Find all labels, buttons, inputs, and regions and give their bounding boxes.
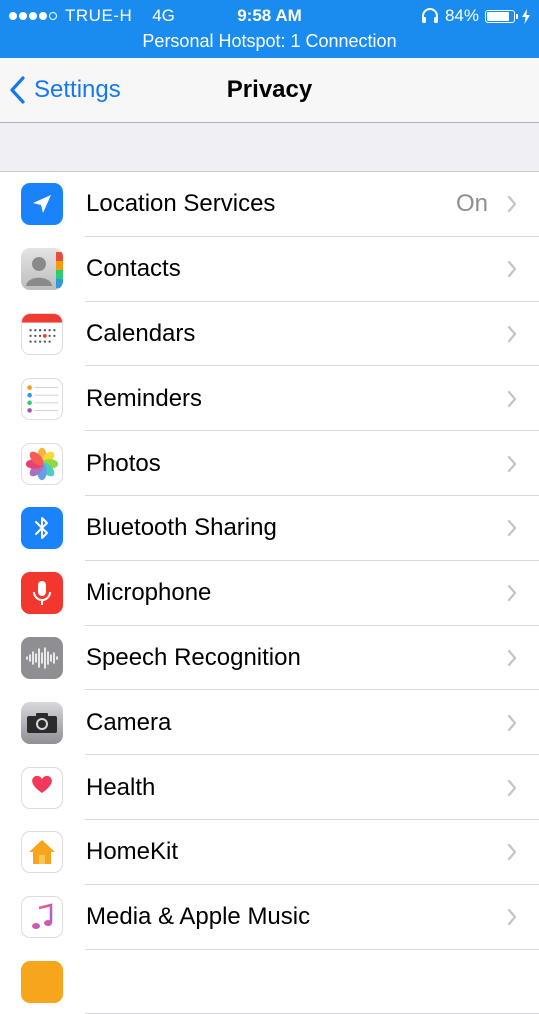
heart-icon bbox=[21, 766, 63, 809]
battery-icon bbox=[485, 9, 515, 23]
home-icon bbox=[21, 831, 63, 874]
photos-icon bbox=[21, 442, 63, 485]
row-speech-recognition[interactable]: Speech Recognition bbox=[0, 626, 539, 691]
back-button-label: Settings bbox=[34, 76, 121, 103]
status-bar: TRUE-H 4G 9:58 AM 84% Personal Hotspot: … bbox=[0, 0, 539, 58]
row-reminders[interactable]: Reminders bbox=[0, 366, 539, 431]
chevron-right-icon bbox=[507, 455, 517, 472]
contacts-icon bbox=[21, 248, 63, 291]
waveform-icon bbox=[21, 636, 63, 679]
reminders-icon bbox=[21, 377, 63, 420]
chevron-left-icon bbox=[10, 76, 25, 104]
chevron-right-icon bbox=[507, 390, 517, 407]
back-button[interactable]: Settings bbox=[10, 58, 121, 122]
row-label: Camera bbox=[86, 708, 172, 736]
privacy-settings-list: Location Services On Contacts Calendars … bbox=[0, 171, 539, 1014]
row-photos[interactable]: Photos bbox=[0, 431, 539, 496]
chevron-right-icon bbox=[507, 844, 517, 861]
row-label: Bluetooth Sharing bbox=[86, 514, 277, 542]
headphones-icon bbox=[421, 8, 438, 23]
hotspot-banner[interactable]: Personal Hotspot: 1 Connection bbox=[0, 31, 539, 52]
row-microphone[interactable]: Microphone bbox=[0, 561, 539, 626]
chevron-right-icon bbox=[507, 909, 517, 926]
row-calendars[interactable]: Calendars bbox=[0, 302, 539, 367]
charging-bolt-icon bbox=[522, 8, 530, 24]
row-label: Contacts bbox=[86, 255, 181, 283]
chevron-right-icon bbox=[507, 649, 517, 667]
calendar-icon bbox=[21, 312, 63, 355]
row-bluetooth-sharing[interactable]: Bluetooth Sharing bbox=[0, 496, 539, 561]
row-label: Speech Recognition bbox=[86, 643, 301, 671]
music-note-icon bbox=[21, 896, 63, 939]
location-arrow-icon bbox=[21, 183, 63, 226]
row-label: Health bbox=[86, 773, 156, 801]
row-label: Microphone bbox=[86, 579, 212, 607]
microphone-icon bbox=[21, 572, 63, 615]
chevron-right-icon bbox=[507, 520, 517, 537]
row-label: Reminders bbox=[86, 384, 203, 412]
row-value: On bbox=[455, 190, 488, 218]
chevron-right-icon bbox=[507, 779, 517, 796]
chevron-right-icon bbox=[507, 585, 517, 602]
navigation-bar: Settings Privacy bbox=[0, 58, 539, 123]
chevron-right-icon bbox=[507, 196, 517, 213]
row-camera[interactable]: Camera bbox=[0, 690, 539, 755]
chevron-right-icon bbox=[507, 261, 517, 278]
bluetooth-icon bbox=[21, 507, 63, 550]
row-label: HomeKit bbox=[86, 838, 179, 866]
row-partial[interactable] bbox=[0, 950, 539, 1014]
chevron-right-icon bbox=[507, 714, 517, 731]
battery-level bbox=[487, 11, 509, 21]
row-location-services[interactable]: Location Services On bbox=[0, 172, 539, 237]
row-label: Photos bbox=[86, 449, 161, 477]
chevron-right-icon bbox=[507, 325, 517, 343]
row-label: Media & Apple Music bbox=[86, 903, 311, 931]
row-contacts[interactable]: Contacts bbox=[0, 237, 539, 302]
row-media-apple-music[interactable]: Media & Apple Music bbox=[0, 885, 539, 950]
status-right: 84% bbox=[421, 5, 531, 27]
battery-percent: 84% bbox=[444, 6, 479, 25]
row-label: Calendars bbox=[86, 319, 196, 347]
row-label: Location Services bbox=[86, 190, 276, 218]
row-homekit[interactable]: HomeKit bbox=[0, 820, 539, 885]
partial-app-icon bbox=[21, 960, 63, 1003]
row-health[interactable]: Health bbox=[0, 755, 539, 820]
camera-icon bbox=[21, 701, 63, 744]
